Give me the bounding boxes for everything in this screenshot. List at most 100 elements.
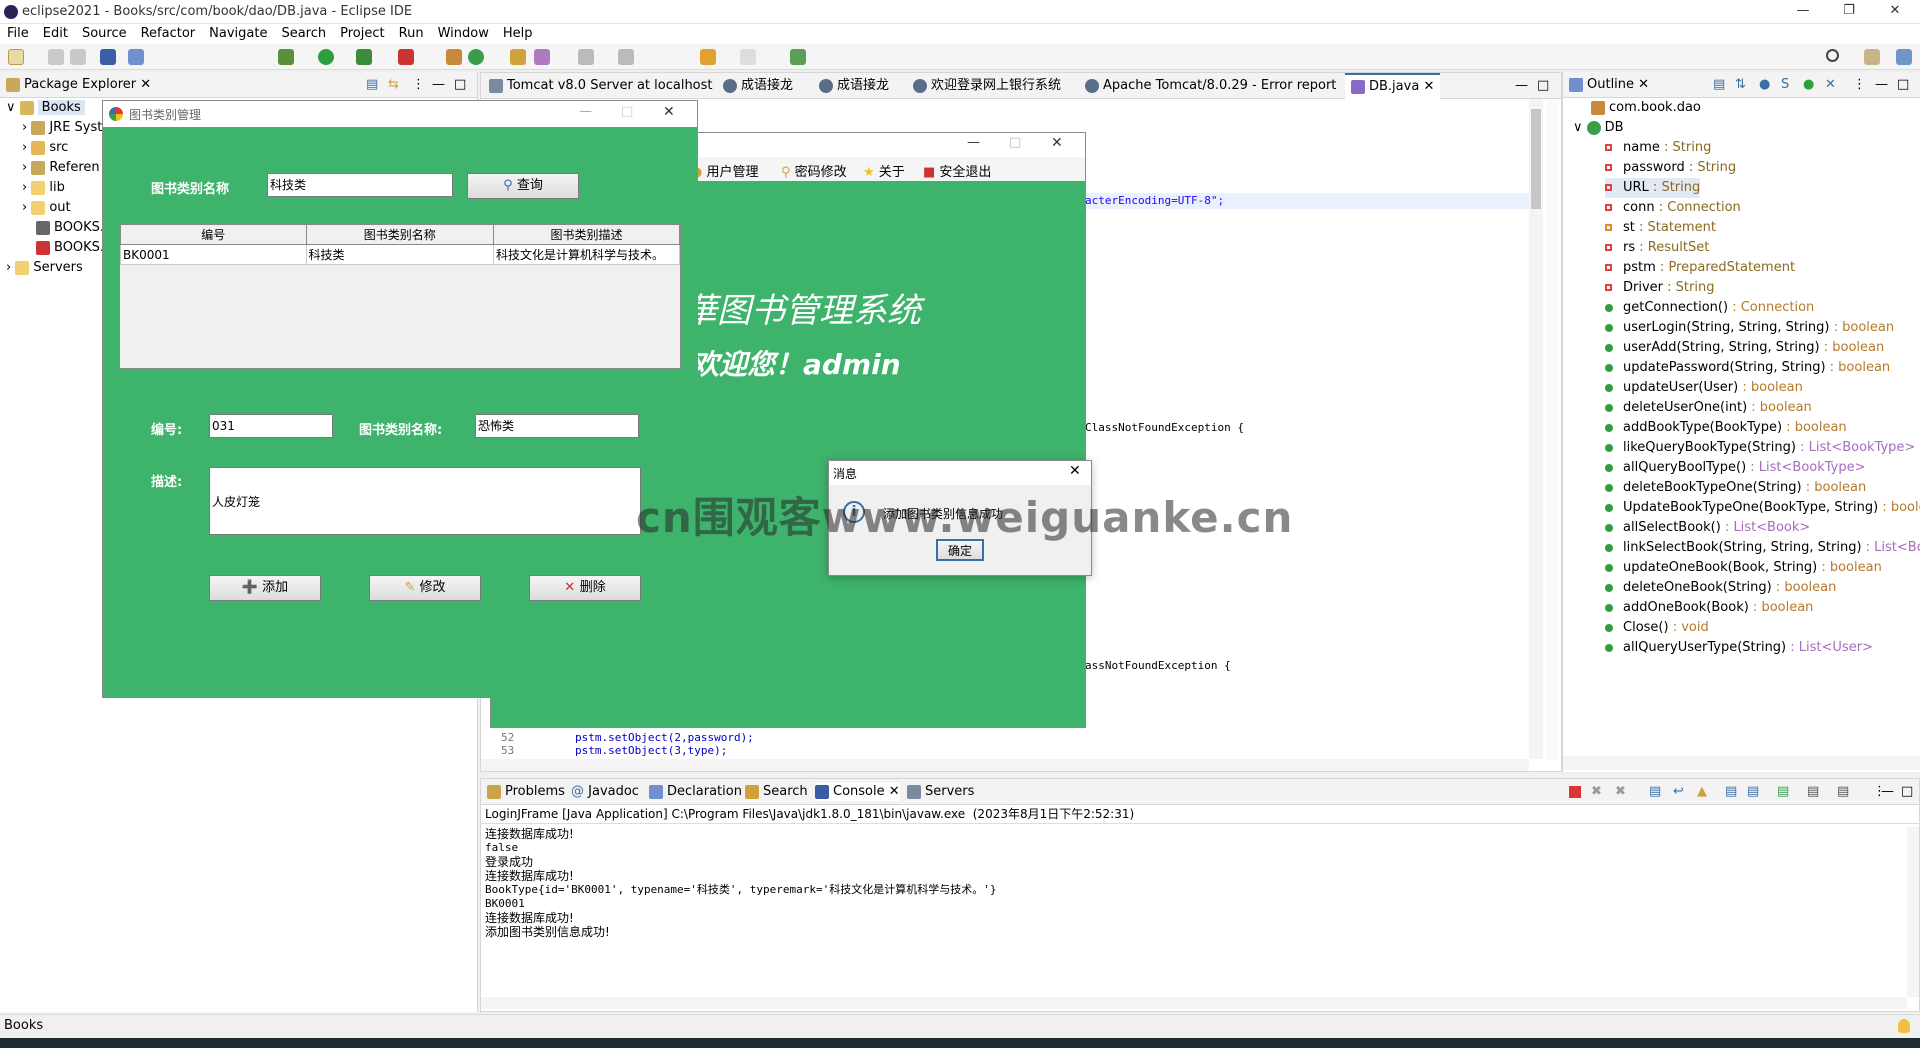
menu-user-management[interactable]: ● 用户管理 xyxy=(691,161,759,180)
collapse-all-icon[interactable]: ▤ xyxy=(366,76,378,94)
maximize-icon[interactable]: □ xyxy=(1009,135,1021,150)
terminal-icon[interactable] xyxy=(100,49,116,65)
last-edit-icon[interactable] xyxy=(618,49,634,65)
editor-tab-idiom-1[interactable]: 成语接龙 xyxy=(723,77,793,95)
tab-outline[interactable]: Outline ✕ xyxy=(1569,76,1649,94)
tab-console[interactable]: Console ✕ xyxy=(815,783,900,801)
collapse-all-icon[interactable]: ▤ xyxy=(1713,76,1725,94)
tree-item-referenced[interactable]: › Referen xyxy=(22,158,100,178)
link-editor-icon[interactable]: ⇆ xyxy=(388,76,399,94)
outline-member[interactable]: updateUser(User) : boolean xyxy=(1605,378,1803,398)
console-vertical-scrollbar[interactable] xyxy=(1907,827,1919,997)
outline-member[interactable]: linkSelectBook(String, String, String) :… xyxy=(1605,538,1920,558)
outline-member[interactable]: deleteBookTypeOne(String) : boolean xyxy=(1605,478,1866,498)
editor-tab-db-java[interactable]: DB.java ✕ xyxy=(1345,73,1441,99)
pin-console-icon[interactable]: ▲ xyxy=(1697,783,1707,801)
outline-member[interactable]: likeQueryBookType(String) : List<BookTyp… xyxy=(1605,438,1915,458)
close-icon[interactable]: ✕ xyxy=(1051,135,1063,151)
outline-member[interactable]: st : Statement xyxy=(1605,218,1716,238)
tree-item-servers[interactable]: › Servers xyxy=(6,258,83,278)
category-name-input[interactable]: 恐怖类 xyxy=(475,414,639,438)
tree-item-books-file-1[interactable]: BOOKS. xyxy=(36,218,104,238)
outline-member[interactable]: UpdateBookTypeOne(BookType, String) : bo… xyxy=(1605,498,1920,518)
editor-vertical-scrollbar[interactable] xyxy=(1529,99,1543,759)
minimize-view-icon[interactable]: — xyxy=(432,76,445,94)
new-icon[interactable] xyxy=(8,49,24,65)
sort-icon[interactable]: ⇅ xyxy=(1735,76,1746,94)
search-icon[interactable] xyxy=(1826,49,1839,62)
outline-member[interactable]: password : String xyxy=(1605,158,1736,178)
close-icon[interactable]: ✕ xyxy=(1069,463,1081,479)
search-name-input[interactable]: 科技类 xyxy=(267,173,453,197)
maximize-view-icon[interactable]: □ xyxy=(1901,783,1913,801)
editor-tab-bank[interactable]: 欢迎登录网上银行系统 xyxy=(913,77,1061,95)
menu-file[interactable]: File xyxy=(0,24,36,44)
save-icon[interactable] xyxy=(48,49,64,65)
edit-button[interactable]: ✎ 修改 xyxy=(369,575,481,601)
table-cell-id[interactable]: BK0001 xyxy=(120,244,307,265)
menu-refactor[interactable]: Refactor xyxy=(134,24,203,44)
minimize-icon[interactable]: — xyxy=(1780,0,1826,24)
menu-safe-exit[interactable]: ■ 安全退出 xyxy=(923,161,991,180)
tab-problems[interactable]: Problems xyxy=(487,783,565,801)
column-header-name[interactable]: 图书类别名称 xyxy=(305,224,495,245)
forward-icon[interactable] xyxy=(740,49,756,65)
outline-member[interactable]: pstm : PreparedStatement xyxy=(1605,258,1795,278)
table-cell-desc[interactable]: 科技文化是计算机科学与技术。 xyxy=(493,244,680,265)
menu-help[interactable]: Help xyxy=(496,24,540,44)
outline-member[interactable]: getConnection() : Connection xyxy=(1605,298,1814,318)
maximize-editor-icon[interactable]: □ xyxy=(1537,77,1549,95)
outline-member[interactable]: allQueryBoolType() : List<BookType> xyxy=(1605,458,1866,478)
outline-package[interactable]: com.book.dao xyxy=(1591,98,1701,118)
minimize-editor-icon[interactable]: — xyxy=(1515,77,1528,95)
editor-tab-error[interactable]: Apache Tomcat/8.0.29 - Error report xyxy=(1085,77,1336,95)
outline-member[interactable]: updateOneBook(Book, String) : boolean xyxy=(1605,558,1882,578)
outline-member[interactable]: Driver : String xyxy=(1605,278,1714,298)
open-type-icon[interactable] xyxy=(510,49,526,65)
remove-launch-icon[interactable]: ✖ xyxy=(1591,783,1602,801)
hide-static-icon[interactable]: S xyxy=(1781,76,1789,94)
outline-member[interactable]: name : String xyxy=(1605,138,1711,158)
outline-member[interactable]: deleteUserOne(int) : boolean xyxy=(1605,398,1812,418)
skip-breakpoints-icon[interactable] xyxy=(128,49,144,65)
search-tool-icon[interactable] xyxy=(534,49,550,65)
tree-item-jre[interactable]: › JRE Syst xyxy=(22,118,102,138)
tree-item-out[interactable]: › out xyxy=(22,198,71,218)
console-horizontal-scrollbar[interactable] xyxy=(481,997,1907,1009)
table-row[interactable]: BK0001 科技类 科技文化是计算机科学与技术。 xyxy=(120,244,680,265)
outline-member[interactable]: userLogin(String, String, String) : bool… xyxy=(1605,318,1894,338)
external-tools-icon[interactable] xyxy=(398,49,414,65)
hide-nonpublic-icon[interactable]: ● xyxy=(1803,76,1814,94)
scroll-lock-icon[interactable]: ▤ xyxy=(1649,783,1661,801)
tab-package-explorer[interactable]: Package Explorer ✕ xyxy=(6,76,151,94)
open-console-icon[interactable]: ▤ xyxy=(1777,783,1789,801)
delete-button[interactable]: ✕ 删除 xyxy=(529,575,641,601)
outline-member[interactable]: allQueryUserType(String) : List<User> xyxy=(1605,638,1873,658)
show-stdout-icon[interactable]: ▤ xyxy=(1725,783,1737,801)
column-header-id[interactable]: 编号 xyxy=(120,224,307,245)
id-input[interactable]: 031 xyxy=(209,414,333,438)
close-tab-icon[interactable]: ✕ xyxy=(889,784,900,799)
tab-search[interactable]: Search xyxy=(745,783,808,801)
outline-class[interactable]: ∨ DB xyxy=(1573,118,1624,138)
add-button[interactable]: ➕ 添加 xyxy=(209,575,321,601)
back-icon[interactable] xyxy=(700,49,716,65)
save-all-icon[interactable] xyxy=(70,49,86,65)
new-java-class-icon[interactable] xyxy=(468,49,484,65)
terminate-icon[interactable] xyxy=(1569,786,1581,798)
outline-member[interactable]: updatePassword(String, String) : boolean xyxy=(1605,358,1890,378)
menu-change-password[interactable]: ⚲ 密码修改 xyxy=(781,161,847,180)
view-menu-icon[interactable]: ⋮ xyxy=(412,76,425,94)
menu-search[interactable]: Search xyxy=(274,24,333,44)
close-tab-icon[interactable]: ✕ xyxy=(1638,77,1649,92)
outline-member[interactable]: rs : ResultSet xyxy=(1605,238,1709,258)
outline-horizontal-scrollbar[interactable] xyxy=(1563,756,1920,770)
editor-tab-tomcat[interactable]: Tomcat v8.0 Server at localhost xyxy=(489,77,713,95)
tree-item-lib[interactable]: › lib xyxy=(22,178,65,198)
minimize-view-icon[interactable]: — xyxy=(1875,76,1888,94)
category-table[interactable]: 编号 图书类别名称 图书类别描述 BK0001 科技类 科技文化是计算机科学与技… xyxy=(119,223,681,369)
column-header-desc[interactable]: 图书类别描述 xyxy=(493,224,680,245)
minimize-icon[interactable]: — xyxy=(579,104,592,119)
maximize-view-icon[interactable]: □ xyxy=(454,76,466,94)
tab-javadoc[interactable]: @ Javadoc xyxy=(571,783,639,801)
